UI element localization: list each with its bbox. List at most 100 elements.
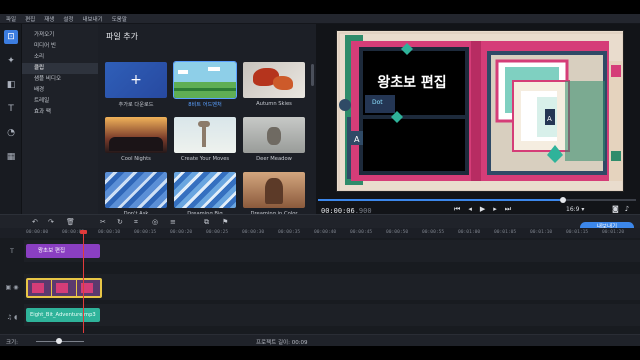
ruler-tick: 00:01:15 xyxy=(566,230,589,235)
ruler-tick: 00:00:00 xyxy=(26,230,49,235)
playhead-handle[interactable] xyxy=(80,230,87,234)
ruler-tick: 00:00:15 xyxy=(134,230,157,235)
media-tile-label: 추가로 다운로드 xyxy=(118,102,154,108)
equalizer-icon[interactable]: ≡ xyxy=(170,218,176,226)
video-frame-thumb xyxy=(28,280,52,296)
cut-icon[interactable]: ✂ xyxy=(100,218,106,226)
import-icon[interactable]: ⊡ xyxy=(4,30,18,44)
media-tile-deer-meadow[interactable]: Deer Meadow xyxy=(243,117,305,162)
zoom-label: 크기: xyxy=(6,340,18,346)
undo-icon[interactable]: ↶ xyxy=(32,218,38,226)
video-frame-thumb xyxy=(76,280,100,296)
scrapbook-frame-graphic: 왕초보 편집 A Dot A xyxy=(337,31,623,191)
overlay-letter-left: A xyxy=(354,135,360,144)
preview-canvas[interactable]: 왕초보 편집 A Dot A xyxy=(336,30,624,192)
music-note-icon: ♫ xyxy=(6,313,13,321)
category-clips[interactable]: 클립 xyxy=(22,63,98,74)
ruler-tick: 00:00:20 xyxy=(170,230,193,235)
ruler-tick: 00:01:00 xyxy=(458,230,481,235)
delete-icon[interactable]: 🗑 xyxy=(66,218,75,226)
category-import[interactable]: 가져오기 xyxy=(22,30,98,41)
menu-settings[interactable]: 설정 xyxy=(63,15,73,23)
video-track[interactable] xyxy=(24,274,640,300)
category-effect-pack[interactable]: 효과 팩 xyxy=(22,107,98,118)
speaker-icon[interactable]: ◖ xyxy=(14,314,17,321)
media-tile-autumn-skies[interactable]: Autumn Skies xyxy=(243,62,305,107)
camera-icon[interactable]: ◙ xyxy=(612,205,619,213)
properties-icon[interactable]: ◎ xyxy=(152,218,158,226)
media-tile-label: Create Your Moves xyxy=(180,156,230,162)
media-scrollbar[interactable] xyxy=(311,64,314,86)
video-track-header: ▣ ◉ xyxy=(0,276,24,298)
title-track[interactable] xyxy=(24,240,640,262)
app-window: 파일 편집 재생 설정 내보내기 도움말 ⊡ ✦ ◧ T ◔ ▦ 가져오기 미디… xyxy=(0,14,640,346)
seek-progress xyxy=(318,199,560,201)
video-clip[interactable] xyxy=(26,278,102,298)
plus-icon: + xyxy=(130,72,142,88)
ruler-tick: 00:00:10 xyxy=(98,230,121,235)
media-tile-8bit[interactable]: 8비트 어드벤처 xyxy=(173,61,237,108)
category-background[interactable]: 배경 xyxy=(22,85,98,96)
media-tile-label: Deer Meadow xyxy=(256,156,292,162)
eye-icon[interactable]: ◉ xyxy=(13,284,18,291)
menu-edit[interactable]: 편집 xyxy=(25,15,35,23)
project-duration: 프로젝트 길이: 00:09 xyxy=(256,340,308,346)
play-icon[interactable]: ▶ xyxy=(480,205,485,214)
titles-icon[interactable]: T xyxy=(4,102,18,116)
media-tile-dont-ask[interactable]: Don't Ask xyxy=(105,172,167,217)
video-frame-thumb xyxy=(52,280,76,296)
tool-rail: ⊡ ✦ ◧ T ◔ ▦ xyxy=(0,24,22,214)
media-tile-dreaming-in-color[interactable]: Dreaming in Color xyxy=(243,172,305,217)
status-bar: 크기: 프로젝트 길이: 00:09 xyxy=(0,334,640,346)
volume-icon[interactable]: ♪ xyxy=(625,205,629,213)
aspect-ratio-select[interactable]: 16:9 ▾ xyxy=(566,206,584,213)
text-track-icon: T xyxy=(10,247,14,255)
media-panel: 파일 추가 + 추가로 다운로드 8비트 어드벤처 Autumn Skies C… xyxy=(98,24,316,217)
media-tile-create-your-moves[interactable]: Create Your Moves xyxy=(174,117,236,162)
rotate-icon[interactable]: ↻ xyxy=(117,218,123,226)
zoom-slider-handle[interactable] xyxy=(56,338,62,344)
media-tile-dreaming-big[interactable]: Dreaming Big xyxy=(174,172,236,217)
timeline-ruler[interactable]: 00:00:00 00:00:05 00:00:10 00:00:15 00:0… xyxy=(24,228,640,238)
dot-card-text: Dot xyxy=(372,99,383,106)
timeline-playhead[interactable] xyxy=(83,231,84,333)
transitions-icon[interactable]: ◧ xyxy=(4,78,18,92)
category-list: 가져오기 미디어 빈 소리 클립 샘플 비디오 배경 트레일 효과 팩 xyxy=(22,24,98,214)
menu-help[interactable]: 도움말 xyxy=(112,15,127,23)
audio-clip-label: Eight_Bit_Adventure.mp3 xyxy=(30,312,96,318)
overlay-letter-right: A xyxy=(547,115,552,123)
title-track-header: T xyxy=(0,240,24,262)
category-sound[interactable]: 소리 xyxy=(22,52,98,63)
category-media-bin[interactable]: 미디어 빈 xyxy=(22,41,98,52)
skip-forward-icon[interactable]: ⏭ xyxy=(505,205,511,214)
menu-bar: 파일 편집 재생 설정 내보내기 도움말 xyxy=(0,14,640,24)
media-tile-cool-nights[interactable]: Cool Nights xyxy=(105,117,167,162)
stickers-icon[interactable]: ◔ xyxy=(4,126,18,140)
menu-file[interactable]: 파일 xyxy=(6,15,16,23)
preview-panel: 왕초보 편집 A Dot A 00:00:06.900 ⏮ ◂ ▶ ▸ ⏭ 16… xyxy=(316,24,640,215)
magic-wand-icon[interactable]: ✦ xyxy=(4,54,18,68)
insert-icon[interactable]: ⧉ xyxy=(204,218,209,227)
seek-handle[interactable] xyxy=(560,197,566,203)
crop-icon[interactable]: ⌗ xyxy=(134,218,138,227)
marker-icon[interactable]: ⚑ xyxy=(222,218,228,226)
redo-icon[interactable]: ↷ xyxy=(48,218,54,226)
preview-tools: ◙ ♪ xyxy=(612,205,629,213)
audio-track-header: ♫ ◖ xyxy=(0,306,24,328)
step-forward-icon[interactable]: ▸ xyxy=(493,205,497,214)
category-trailer[interactable]: 트레일 xyxy=(22,96,98,107)
title-clip[interactable]: 왕초보 편집 xyxy=(26,244,100,258)
overlay-title: 왕초보 편집 xyxy=(377,74,446,91)
audio-track[interactable] xyxy=(24,304,640,326)
media-tile-download[interactable]: + 추가로 다운로드 xyxy=(105,62,167,108)
category-sample-video[interactable]: 샘플 비디오 xyxy=(22,74,98,85)
step-back-icon[interactable]: ◂ xyxy=(468,205,472,214)
ruler-tick: 00:00:25 xyxy=(206,230,229,235)
timeline-toolbar: ↶ ↷ 🗑 ✂ ↻ ⌗ ◎ ≡ ⧉ ⚑ xyxy=(0,214,640,228)
more-tools-icon[interactable]: ▦ xyxy=(4,150,18,164)
playback-seek-bar[interactable] xyxy=(318,197,636,203)
menu-play[interactable]: 재생 xyxy=(44,15,54,23)
menu-export[interactable]: 내보내기 xyxy=(83,15,103,23)
skip-back-icon[interactable]: ⏮ xyxy=(454,205,460,214)
audio-clip[interactable]: Eight_Bit_Adventure.mp3 xyxy=(26,308,100,322)
